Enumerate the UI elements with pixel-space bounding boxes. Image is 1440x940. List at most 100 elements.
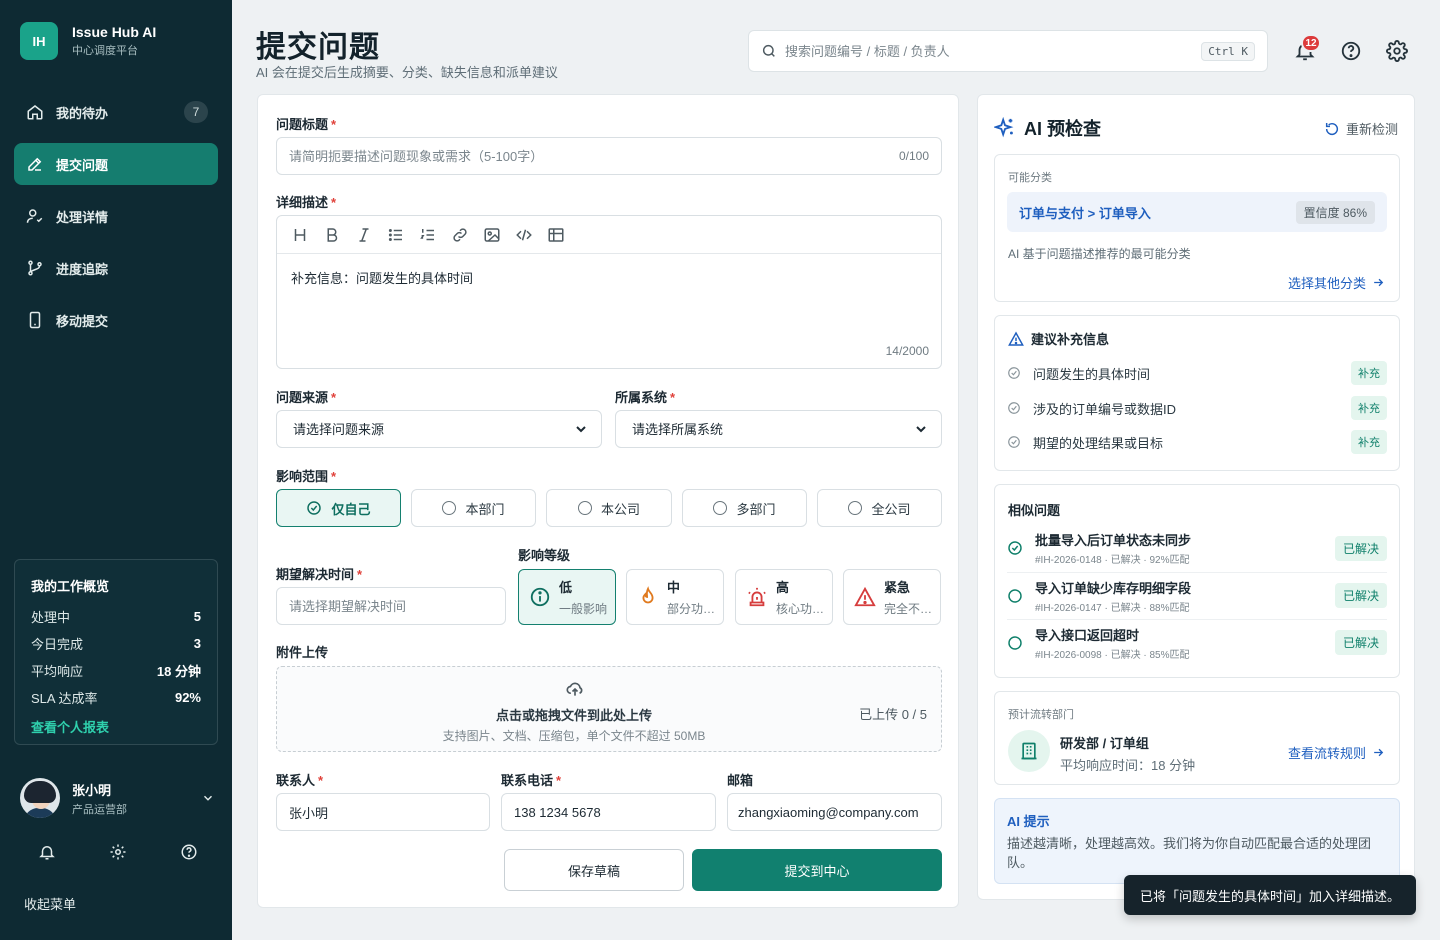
contact-input[interactable]	[289, 804, 477, 820]
radio-icon	[577, 501, 592, 515]
check-circle-icon	[306, 500, 322, 516]
source-select[interactable]: 请选择问题来源	[276, 410, 602, 448]
level-option-urgent[interactable]: 紧急 完全不可用	[843, 569, 942, 625]
bullet-list-icon[interactable]	[387, 226, 405, 244]
recheck-button[interactable]: 重新检测	[1324, 119, 1398, 138]
settings-icon[interactable]	[1386, 40, 1408, 62]
search-icon	[761, 43, 777, 59]
save-draft-button[interactable]: 保存草稿	[504, 849, 684, 891]
upload-dropzone[interactable]: 点击或拖拽文件到此处上传 支持图片、文档、压缩包，单个文件不超过 50MB 已上…	[276, 666, 942, 752]
expected-time-input[interactable]	[289, 598, 493, 614]
image-icon[interactable]	[483, 226, 501, 244]
sidebar-item-mobile[interactable]: 移动提交	[14, 299, 218, 341]
status-badge: 已解决	[1334, 535, 1387, 561]
submit-button[interactable]: 提交到中心	[692, 849, 942, 891]
add-suggestion-button[interactable]: 补充	[1351, 430, 1387, 454]
similar-issue[interactable]: 批量导入后订单状态未同步 #IH-2026-0148 · 已解决 · 92%匹配 …	[1007, 525, 1387, 571]
phone-input[interactable]	[514, 804, 703, 820]
search-shortcut: Ctrl K	[1201, 41, 1255, 61]
brand-logo: IH	[20, 22, 58, 60]
editor-content[interactable]: 补充信息：问题发生的具体时间	[277, 254, 941, 301]
sidebar-item-details[interactable]: 处理详情	[14, 195, 218, 237]
similar-issue[interactable]: 导入订单缺少库存明细字段 #IH-2026-0147 · 已解决 · 88%匹配 …	[1007, 572, 1387, 618]
level-desc: 部分功能受影响	[667, 602, 725, 616]
link-icon[interactable]	[451, 226, 469, 244]
editor-toolbar	[277, 216, 941, 254]
level-option-medium[interactable]: 中部分功能受影响	[626, 569, 725, 625]
overview-value: 5	[193, 609, 201, 624]
personal-report-link[interactable]: 查看个人报表	[31, 717, 201, 736]
scope-option-department[interactable]: 本部门	[411, 489, 536, 527]
sidebar-item-label: 进度追踪	[56, 261, 109, 277]
search-bar[interactable]: Ctrl K	[748, 30, 1268, 72]
chevron-down-icon[interactable]	[201, 791, 215, 805]
title-field[interactable]: 0/100	[276, 137, 942, 175]
user-check-icon	[26, 207, 44, 225]
help-icon[interactable]	[1340, 40, 1362, 62]
contact-label: 联系人 *	[276, 773, 324, 788]
contact-field[interactable]	[276, 793, 490, 831]
sidebar-item-label: 我的待办	[56, 105, 109, 121]
other-category-link[interactable]: 选择其他分类	[1288, 273, 1385, 292]
category-note: AI 基于问题描述推荐的最可能分类	[1008, 247, 1191, 261]
table-icon[interactable]	[547, 226, 565, 244]
overview-row: 平均响应 18 分钟	[31, 657, 201, 684]
gear-icon[interactable]	[109, 843, 127, 861]
level-title: 高	[776, 580, 790, 595]
siren-icon	[746, 586, 768, 608]
suggestion-item: 问题发生的具体时间 补充	[1007, 361, 1387, 385]
italic-icon[interactable]	[355, 226, 373, 244]
expected-time-field[interactable]	[276, 587, 506, 625]
similar-issue[interactable]: 导入接口返回超时 #IH-2026-0098 · 已解决 · 85%匹配 已解决	[1007, 619, 1387, 665]
sidebar-item-todo[interactable]: 我的待办 7	[14, 91, 218, 133]
add-suggestion-button[interactable]: 补充	[1351, 361, 1387, 385]
help-icon[interactable]	[180, 843, 198, 861]
scope-option-all-company[interactable]: 全公司	[817, 489, 942, 527]
rich-text-editor[interactable]: 补充信息：问题发生的具体时间 14/2000	[276, 215, 942, 369]
collapse-menu-button[interactable]: 收起菜单	[24, 894, 76, 913]
level-title: 中	[667, 580, 681, 595]
user-profile[interactable]: 张小明 产品运营部	[20, 778, 215, 818]
circle-icon	[1007, 588, 1023, 604]
scope-option-label: 仅自己	[331, 501, 371, 517]
brand[interactable]: IH Issue Hub AI 中心调度平台	[20, 22, 156, 60]
scope-option-company[interactable]: 本公司	[546, 489, 672, 527]
bell-icon[interactable]	[38, 843, 56, 861]
scope-option-multi-department[interactable]: 多部门	[682, 489, 807, 527]
status-badge: 已解决	[1334, 583, 1387, 608]
similar-issue-meta: #IH-2026-0148 · 已解决 · 92%匹配	[1035, 555, 1190, 566]
suggest-title: 建议补充信息	[1031, 332, 1110, 347]
sidebar-item-progress[interactable]: 进度追踪	[14, 247, 218, 289]
email-field[interactable]	[727, 793, 942, 831]
sidebar-item-submit[interactable]: 提交问题	[14, 143, 218, 185]
source-dropdown[interactable]: 请选择问题来源	[289, 420, 589, 438]
level-option-high[interactable]: 高核心功能受影响	[735, 569, 834, 625]
numbered-list-icon[interactable]	[419, 226, 437, 244]
overview-label: 平均响应	[31, 664, 84, 679]
heading-icon[interactable]	[291, 226, 309, 244]
overview-row: 今日完成 3	[31, 630, 201, 657]
system-select[interactable]: 请选择所属系统	[615, 410, 942, 448]
code-icon[interactable]	[515, 226, 533, 244]
email-label: 邮箱	[727, 773, 754, 788]
system-dropdown[interactable]: 请选择所属系统	[628, 420, 929, 438]
category-section: 可能分类 订单与支付 > 订单导入 置信度 86% AI 基于问题描述推荐的最可…	[994, 154, 1400, 302]
radio-icon	[442, 501, 457, 515]
phone-field[interactable]	[501, 793, 716, 831]
email-input[interactable]	[738, 804, 931, 820]
bold-icon[interactable]	[323, 226, 341, 244]
upload-main-text: 点击或拖拽文件到此处上传	[495, 708, 652, 723]
refresh-icon	[1324, 121, 1340, 137]
category-suggestion[interactable]: 订单与支付 > 订单导入 置信度 86%	[1007, 192, 1387, 232]
route-rules-link[interactable]: 查看流转规则	[1288, 743, 1385, 762]
scope-option-self[interactable]: 仅自己	[276, 489, 401, 527]
search-input[interactable]	[785, 43, 1202, 59]
level-desc: 一般影响	[559, 602, 608, 616]
title-input[interactable]	[289, 148, 891, 164]
level-option-low[interactable]: 低一般影响	[518, 569, 616, 625]
overview-label: 处理中	[31, 610, 71, 625]
route-dept: 研发部 / 订单组	[1060, 736, 1149, 751]
routing-section: 预计流转部门 研发部 / 订单组 平均响应时间：18 分钟 查看流转规则	[994, 691, 1400, 785]
add-suggestion-button[interactable]: 补充	[1351, 396, 1387, 420]
ai-header: AI 预检查	[994, 115, 1101, 141]
